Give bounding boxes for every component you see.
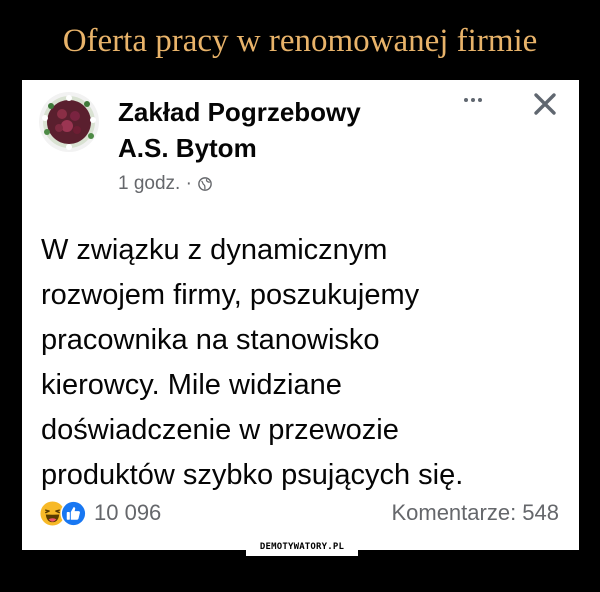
page-name-line-2[interactable]: A.S. Bytom [118,130,438,166]
post-text-line: pracownika na stanowisko [41,324,380,356]
post-text-line: W związku z dynamicznym [41,234,388,266]
dot [471,98,475,102]
dot [464,98,468,102]
like-icon [60,500,87,527]
post-text-line: produktów szybko psujących się. [41,459,464,491]
page-name-line-1[interactable]: Zakład Pogrzebowy [118,94,438,130]
post-text-line: doświadczenie w przewozie [41,414,399,446]
more-options-icon[interactable] [456,90,490,110]
post-text-line: kierowcy. Mile widziane [41,369,342,401]
site-watermark: DEMOTYWATORY.PL [246,538,358,556]
post-text-line: rozwojem firmy, poszukujemy [41,279,420,311]
reactions-summary[interactable]: 10 096 [40,499,161,527]
post-text: W związku z dynamicznym rozwojem firmy, … [41,228,569,498]
globe-icon [198,177,212,191]
page-name[interactable]: Zakład Pogrzebowy A.S. Bytom [118,94,438,166]
post-meta: 1 godz. · [118,172,212,196]
comments-count[interactable]: Komentarze: 548 [391,499,559,527]
post-time[interactable]: 1 godz. · [118,172,192,196]
dot [478,98,482,102]
facebook-post-card: Zakład Pogrzebowy A.S. Bytom 1 godz. · W… [22,80,579,550]
close-icon[interactable] [529,88,561,120]
reaction-count[interactable]: 10 096 [94,499,161,527]
reaction-icons [40,500,100,527]
meme-headline: Oferta pracy w renomowanej firmie [62,23,538,59]
page-avatar[interactable] [39,92,99,152]
